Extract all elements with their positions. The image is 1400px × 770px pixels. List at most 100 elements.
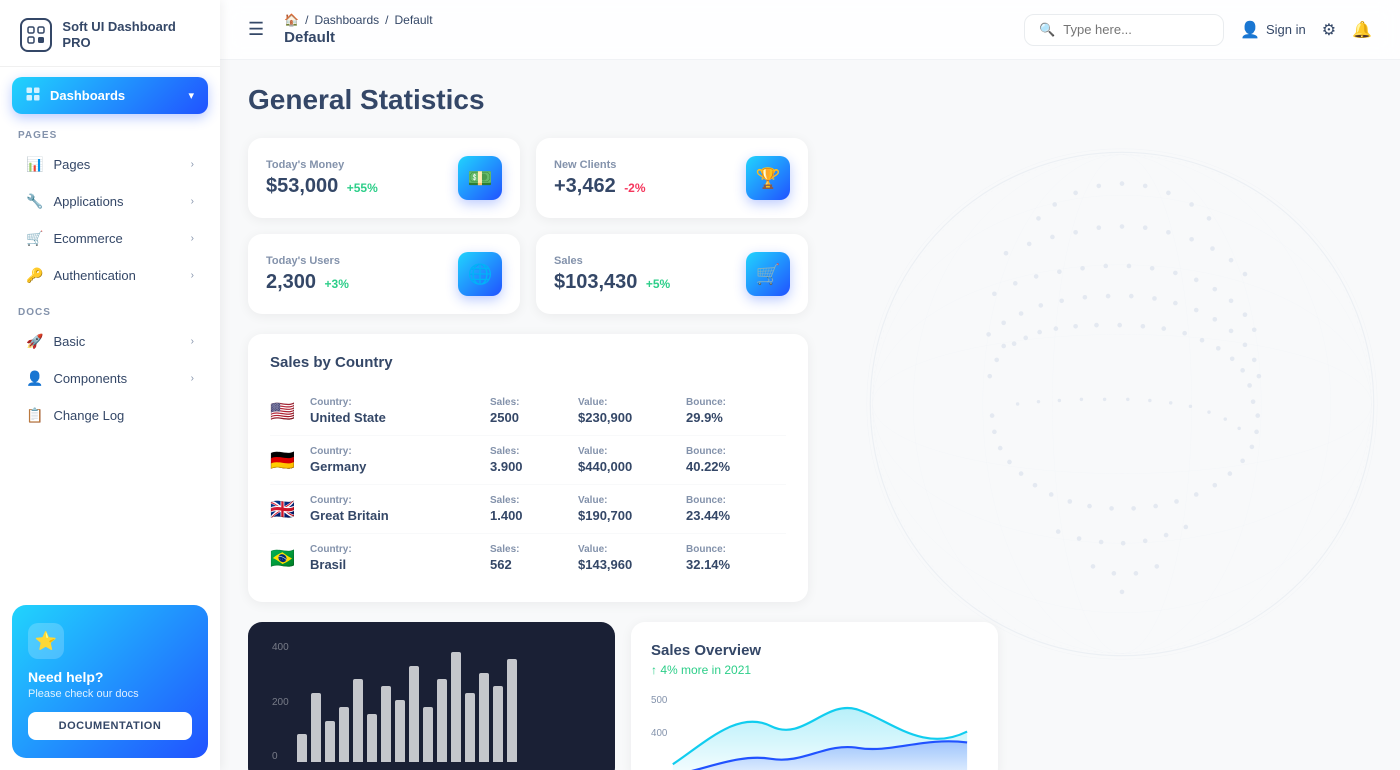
- bar-chart-card: 400 200 0: [248, 622, 615, 770]
- table-row: 🇩🇪 Country: Germany Sales: 3.900 Value: …: [270, 436, 786, 485]
- breadcrumb-sep1: /: [305, 13, 308, 27]
- svg-text:500: 500: [651, 695, 668, 706]
- sales-overview-trend: ↑ 4% more in 2021: [651, 663, 978, 677]
- users-change: +3%: [325, 277, 349, 291]
- table-row: 🇧🇷 Country: Brasil Sales: 562 Value: $14…: [270, 534, 786, 582]
- bar: [451, 652, 461, 762]
- documentation-button[interactable]: DOCUMENTATION: [28, 712, 192, 740]
- bar: [353, 679, 363, 762]
- settings-button[interactable]: ⚙: [1322, 20, 1336, 40]
- basic-arrow: ›: [191, 336, 194, 347]
- stat-card-users: Today's Users 2,300 +3% 🌐: [248, 234, 520, 314]
- stat-card-sales: Sales $103,430 +5% 🛒: [536, 234, 808, 314]
- globe-decoration: // This won't run in SVG context, use st…: [832, 114, 1400, 694]
- ecommerce-arrow: ›: [191, 233, 194, 244]
- sign-in-button[interactable]: 👤 Sign in: [1240, 20, 1306, 40]
- sidebar-nav: Dashboards ▾ PAGES 📊 Pages › 🔧 Applicati…: [0, 67, 220, 593]
- sidebar-item-authentication[interactable]: 🔑 Authentication ›: [12, 258, 208, 293]
- help-title: Need help?: [28, 669, 192, 685]
- content-area: // This won't run in SVG context, use st…: [220, 60, 1400, 770]
- flag-gb: 🇬🇧: [270, 497, 302, 522]
- ecommerce-label: Ecommerce: [53, 231, 122, 246]
- value-gb: $190,700: [578, 508, 678, 523]
- search-input[interactable]: [1063, 22, 1209, 37]
- dashboards-label: Dashboards: [50, 88, 125, 103]
- sidebar-item-pages[interactable]: 📊 Pages ›: [12, 147, 208, 182]
- sidebar-item-components[interactable]: 👤 Components ›: [12, 361, 208, 396]
- applications-label: Applications: [53, 194, 123, 209]
- logo-text: Soft UI Dashboard PRO: [62, 19, 200, 50]
- sidebar-item-applications[interactable]: 🔧 Applications ›: [12, 184, 208, 219]
- applications-icon: 🔧: [26, 193, 43, 210]
- stat-card-money: Today's Money $53,000 +55% 💵: [248, 138, 520, 218]
- menu-toggle[interactable]: ☰: [248, 19, 264, 40]
- bounce-gb: 23.44%: [686, 508, 786, 523]
- changelog-label: Change Log: [53, 408, 124, 423]
- search-box[interactable]: 🔍: [1024, 14, 1224, 46]
- bar: [507, 659, 517, 762]
- clients-change: -2%: [624, 181, 645, 195]
- logo-icon: [20, 18, 52, 52]
- help-subtitle: Please check our docs: [28, 688, 192, 700]
- breadcrumb-sep2: /: [385, 13, 388, 27]
- breadcrumb-dashboards: Dashboards: [314, 13, 379, 27]
- stats-grid: Today's Money $53,000 +55% 💵 New Clients…: [248, 138, 808, 314]
- table-row: 🇺🇸 Country: United State Sales: 2500 Val…: [270, 387, 786, 436]
- bar: [409, 666, 419, 762]
- line-chart-svg: 500 400: [651, 687, 978, 770]
- sales-change: +5%: [646, 277, 670, 291]
- content-inner: // This won't run in SVG context, use st…: [248, 84, 1372, 770]
- clients-icon: 🏆: [746, 156, 790, 200]
- bar: [437, 679, 447, 762]
- page-main-title: General Statistics: [248, 84, 1372, 116]
- bar: [479, 673, 489, 762]
- notifications-button[interactable]: 🔔: [1352, 20, 1372, 40]
- applications-arrow: ›: [191, 196, 194, 207]
- auth-arrow: ›: [191, 270, 194, 281]
- sidebar-item-changelog[interactable]: 📋 Change Log: [12, 398, 208, 433]
- sidebar-item-dashboards[interactable]: Dashboards ▾: [12, 77, 208, 114]
- dashboards-icon: [26, 87, 40, 104]
- ecommerce-icon: 🛒: [26, 230, 43, 247]
- breadcrumb-trail: 🏠 / Dashboards / Default: [284, 13, 432, 27]
- components-label: Components: [53, 371, 127, 386]
- country-name-gb: Great Britain: [310, 508, 482, 523]
- money-icon: 💵: [458, 156, 502, 200]
- pages-icon: 📊: [26, 156, 43, 173]
- money-label: Today's Money: [266, 159, 378, 171]
- sales-us: 2500: [490, 410, 570, 425]
- basic-label: Basic: [53, 334, 85, 349]
- users-icon: 🌐: [458, 252, 502, 296]
- y-label-0: 0: [272, 751, 289, 762]
- flag-us: 🇺🇸: [270, 399, 302, 424]
- bounce-us: 29.9%: [686, 410, 786, 425]
- sales-by-country: Sales by Country 🇺🇸 Country: United Stat…: [248, 334, 808, 602]
- auth-icon: 🔑: [26, 267, 43, 284]
- bar: [297, 734, 307, 762]
- bar: [367, 714, 377, 762]
- col-country-header: Country:: [310, 397, 482, 408]
- sales-overview-card: Sales Overview ↑ 4% more in 2021 500 400: [631, 622, 998, 770]
- bar: [395, 700, 405, 762]
- pages-label: Pages: [53, 157, 90, 172]
- sales-country-title: Sales by Country: [270, 354, 786, 371]
- auth-label: Authentication: [53, 268, 135, 283]
- sales-value: $103,430: [554, 271, 637, 293]
- sidebar-item-basic[interactable]: 🚀 Basic ›: [12, 324, 208, 359]
- sales-icon: 🛒: [746, 252, 790, 296]
- clients-value: +3,462: [554, 175, 616, 197]
- dashboards-arrow: ▾: [188, 89, 194, 102]
- sidebar-item-ecommerce[interactable]: 🛒 Ecommerce ›: [12, 221, 208, 256]
- bar: [311, 693, 321, 762]
- search-icon: 🔍: [1039, 22, 1055, 38]
- pages-arrow: ›: [191, 159, 194, 170]
- country-name-us: United State: [310, 410, 482, 425]
- sidebar: Soft UI Dashboard PRO Dashboards ▾ PAGES: [0, 0, 220, 770]
- country-name-de: Germany: [310, 459, 482, 474]
- user-icon: 👤: [1240, 20, 1260, 40]
- bell-icon: 🔔: [1352, 20, 1372, 40]
- bar: [423, 707, 433, 762]
- bottom-charts: 400 200 0 Sales Overview ↑ 4% more in 20…: [248, 622, 998, 770]
- basic-icon: 🚀: [26, 333, 43, 350]
- value-br: $143,960: [578, 557, 678, 572]
